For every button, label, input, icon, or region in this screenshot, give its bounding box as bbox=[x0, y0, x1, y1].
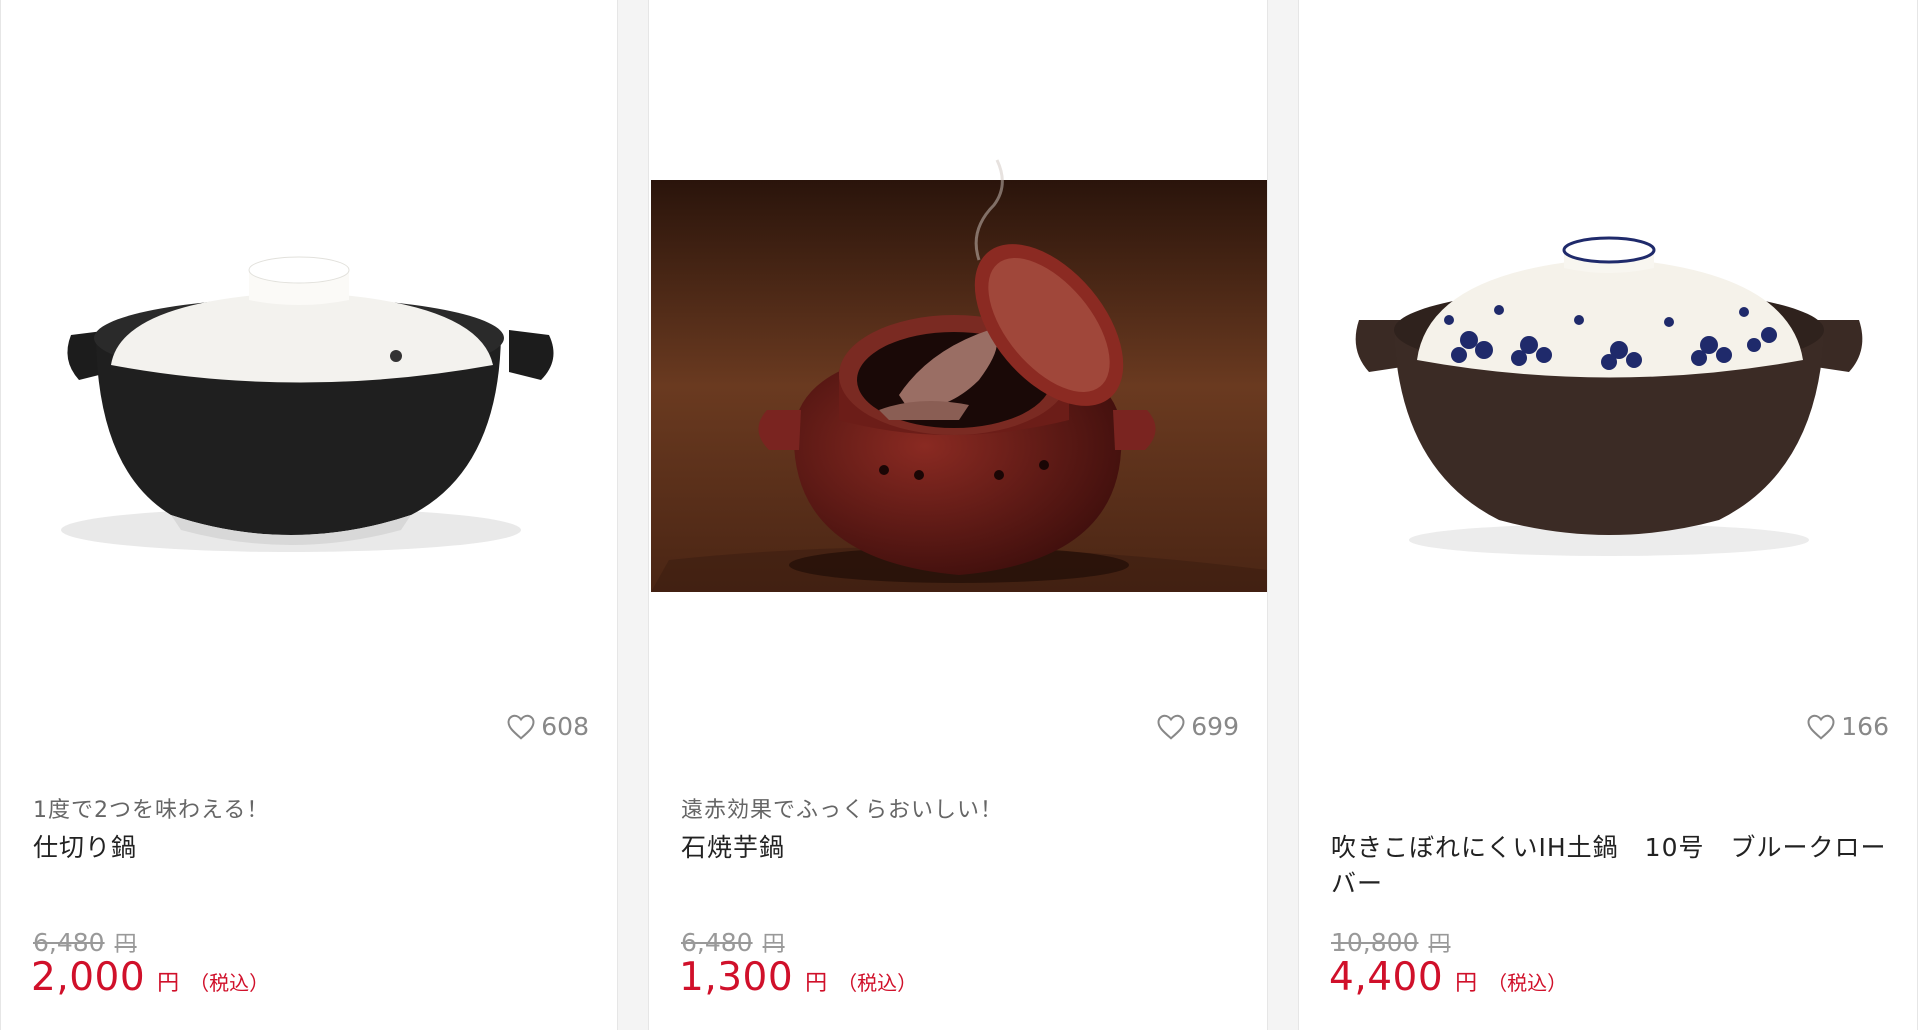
original-price: 6,480 円 bbox=[33, 926, 137, 958]
original-price-value: 10,800 bbox=[1331, 928, 1419, 957]
original-price-value: 6,480 bbox=[33, 928, 105, 957]
original-price: 10,800 円 bbox=[1331, 926, 1451, 958]
like-count: 166 bbox=[1841, 712, 1889, 741]
original-price-unit: 円 bbox=[114, 932, 137, 957]
heart-outline-icon bbox=[1157, 714, 1185, 740]
like-button[interactable]: 699 bbox=[1156, 712, 1239, 741]
product-name[interactable]: 仕切り鍋 bbox=[33, 830, 587, 866]
sale-price: 2,000 円 （税込） bbox=[31, 955, 269, 1000]
original-price-value: 6,480 bbox=[681, 928, 753, 957]
sale-price-value: 2,000 bbox=[31, 955, 146, 1000]
sale-price: 1,300 円 （税込） bbox=[679, 955, 917, 1000]
tax-label: （税込） bbox=[189, 971, 270, 995]
product-image[interactable] bbox=[649, 0, 1267, 680]
sale-price-unit: 円 bbox=[805, 971, 828, 996]
product-card[interactable]: 699 遠赤効果でふっくらおいしい！ 石焼芋鍋 6,480 円 1,300 円 （… bbox=[648, 0, 1268, 1030]
product-card[interactable]: 166 吹きこぼれにくいIH土鍋 10号 ブルークローバー 10,800 円 4,… bbox=[1298, 0, 1918, 1030]
sale-price-value: 1,300 bbox=[679, 955, 794, 1000]
tax-label: （税込） bbox=[837, 971, 918, 995]
original-price-unit: 円 bbox=[762, 932, 785, 957]
product-grid: 608 1度で2つを味わえる！ 仕切り鍋 6,480 円 2,000 円 （税込） bbox=[0, 0, 1918, 1030]
sale-price: 4,400 円 （税込） bbox=[1329, 955, 1567, 1000]
like-count: 608 bbox=[541, 712, 589, 741]
product-catchphrase: 1度で2つを味わえる！ bbox=[33, 798, 270, 823]
product-image[interactable] bbox=[1, 0, 617, 680]
original-price-unit: 円 bbox=[1428, 932, 1451, 957]
product-name[interactable]: 石焼芋鍋 bbox=[681, 830, 1237, 866]
like-button[interactable]: 166 bbox=[1806, 712, 1889, 741]
product-name[interactable]: 吹きこぼれにくいIH土鍋 10号 ブルークローバー bbox=[1331, 830, 1887, 902]
like-count: 699 bbox=[1191, 712, 1239, 741]
product-card[interactable]: 608 1度で2つを味わえる！ 仕切り鍋 6,480 円 2,000 円 （税込） bbox=[0, 0, 618, 1030]
sale-price-unit: 円 bbox=[1455, 971, 1478, 996]
original-price: 6,480 円 bbox=[681, 926, 785, 958]
product-catchphrase: 遠赤効果でふっくらおいしい！ bbox=[681, 798, 1004, 823]
sale-price-unit: 円 bbox=[157, 971, 180, 996]
sale-price-value: 4,400 bbox=[1329, 955, 1444, 1000]
heart-outline-icon bbox=[507, 714, 535, 740]
heart-outline-icon bbox=[1807, 714, 1835, 740]
tax-label: （税込） bbox=[1487, 971, 1568, 995]
like-button[interactable]: 608 bbox=[506, 712, 589, 741]
product-image[interactable] bbox=[1299, 0, 1917, 680]
